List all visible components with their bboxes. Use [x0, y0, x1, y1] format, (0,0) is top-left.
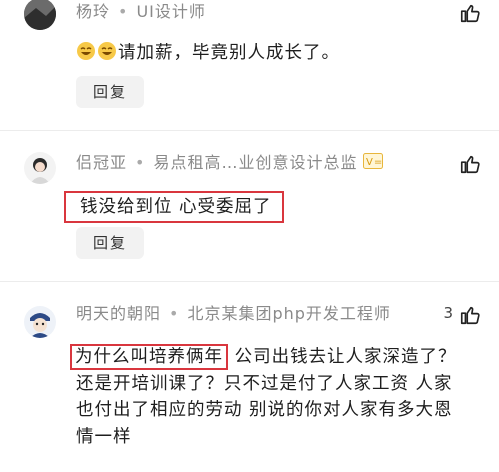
reply-button[interactable]: 回复 — [76, 227, 144, 259]
laughing-emoji-icon — [97, 41, 117, 61]
comment-meta: 明天的朝阳 • 北京某集团php开发工程师 — [76, 302, 391, 326]
avatar[interactable] — [24, 0, 56, 30]
highlight-box: 为什么叫培养俩年 — [70, 344, 228, 370]
reply-button[interactable]: 回复 — [76, 76, 144, 108]
comment-meta: 侣冠亚 • 易点租高…业创意设计总监 V= — [76, 151, 384, 176]
thumb-up-icon[interactable] — [459, 153, 481, 175]
comment-text: 钱没给到位 心受委屈了 — [80, 197, 272, 217]
svg-text:V=: V= — [366, 157, 383, 168]
comment-text-highlight: 为什么叫培养俩年 — [75, 347, 223, 367]
thumb-up-icon[interactable] — [459, 2, 481, 24]
comment-content: 钱没给到位 心受委屈了 — [64, 191, 469, 223]
comment-content: 请加薪，毕竟别人成长了。 — [76, 40, 469, 67]
comment-content: 为什么叫培养俩年 公司出钱去让人家深造了？还是开培训课了？只不过是付了人家工资 … — [70, 344, 469, 450]
highlight-box: 钱没给到位 心受委屈了 — [64, 191, 284, 223]
avatar-image — [30, 313, 50, 338]
username[interactable]: 明天的朝阳 — [76, 304, 161, 323]
user-title: 北京某集团php开发工程师 — [187, 304, 391, 323]
avatar[interactable] — [24, 306, 56, 338]
avatar-image — [30, 158, 50, 184]
divider — [0, 281, 499, 282]
separator-dot: • — [135, 153, 146, 172]
username[interactable]: 侣冠亚 — [76, 153, 127, 172]
like-count: 3 — [443, 304, 453, 322]
divider — [0, 130, 499, 131]
comment-meta: 杨玲 • UI设计师 — [76, 0, 206, 24]
avatar-image — [24, 0, 56, 30]
verified-badge-icon: V= — [363, 152, 384, 176]
separator-dot: • — [118, 2, 129, 21]
comment-text: 请加薪，毕竟别人成长了。 — [118, 43, 340, 63]
avatar[interactable] — [24, 152, 56, 184]
user-title: 易点租高…业创意设计总监 — [153, 153, 358, 172]
user-title: UI设计师 — [136, 2, 206, 21]
separator-dot: • — [169, 304, 180, 323]
thumb-up-icon[interactable] — [459, 304, 481, 326]
laughing-emoji-icon — [76, 41, 96, 61]
username[interactable]: 杨玲 — [76, 2, 110, 21]
